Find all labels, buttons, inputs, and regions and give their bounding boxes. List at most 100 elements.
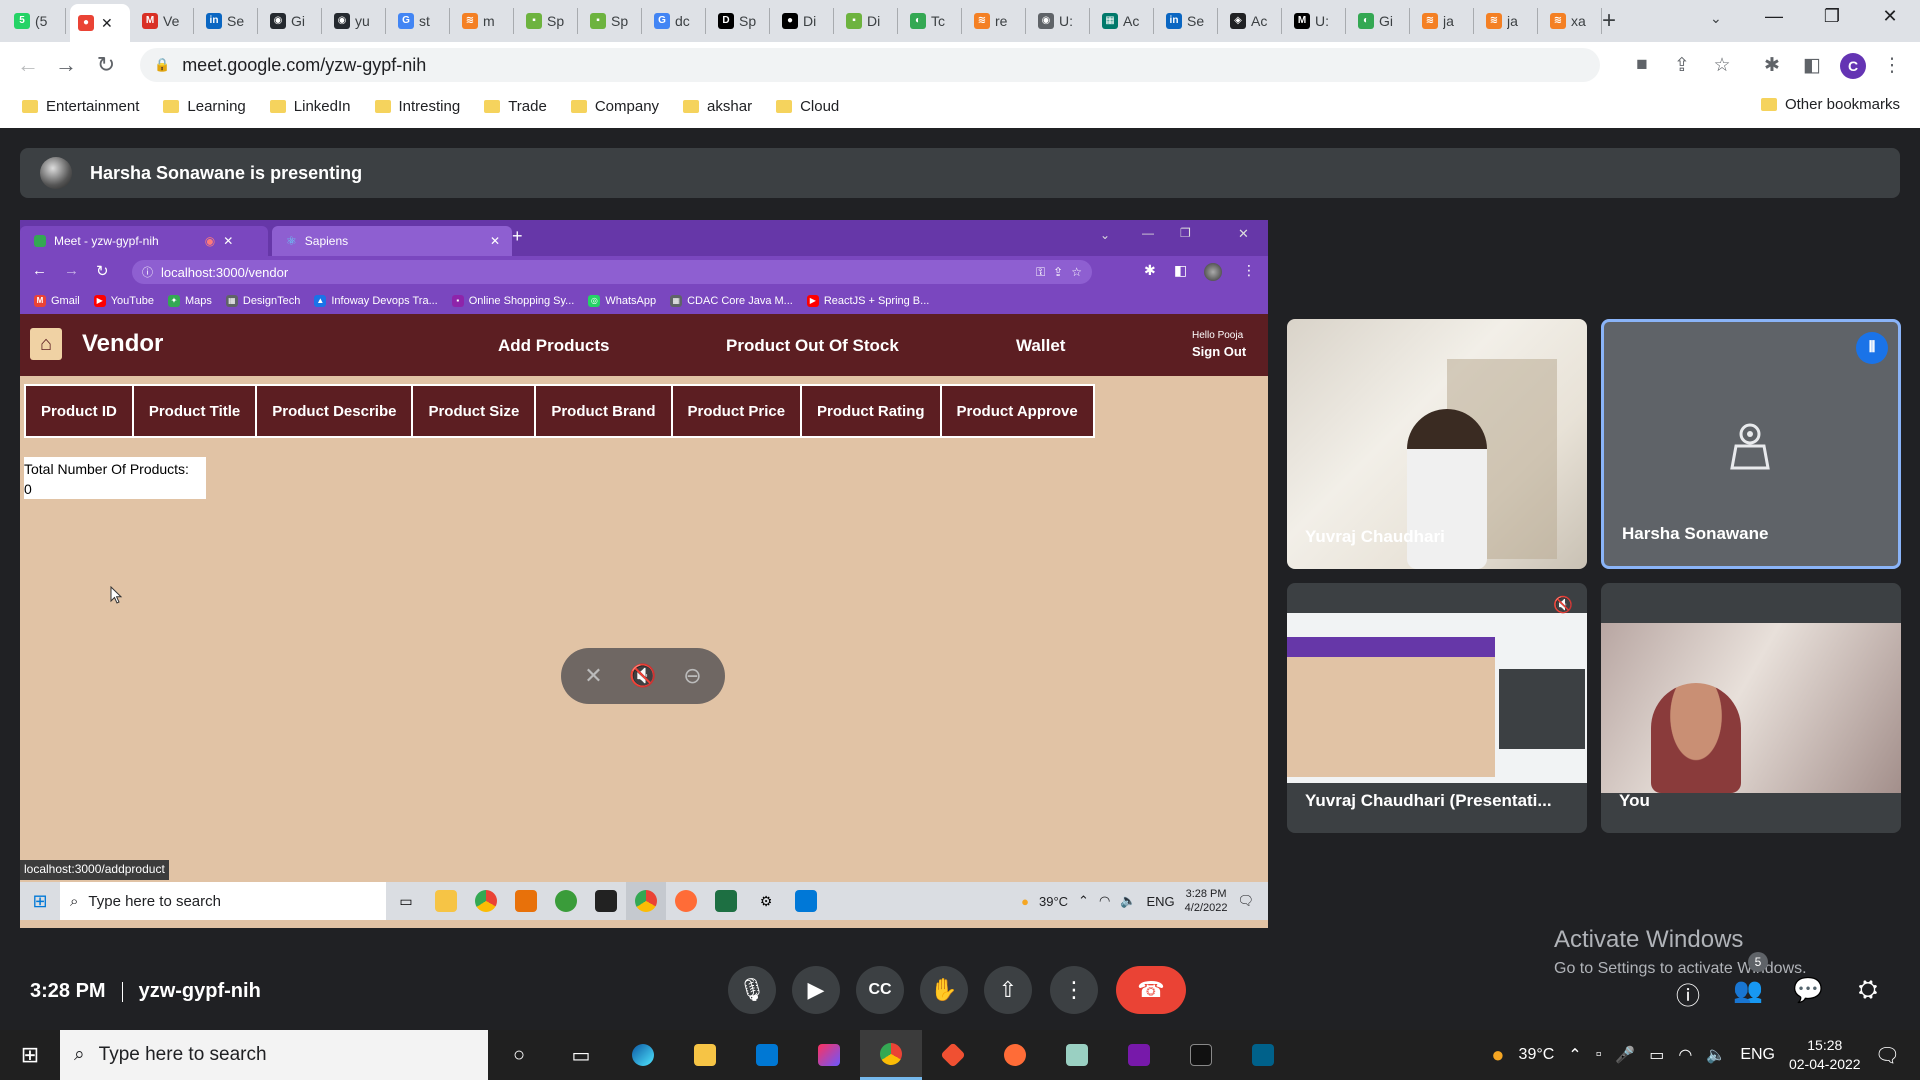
meeting-details-button[interactable]: ⓘ	[1672, 976, 1704, 1011]
browser-tab[interactable]: 5 (5	[6, 8, 66, 34]
close-window-button[interactable]: ✕	[1870, 6, 1910, 27]
battery-icon[interactable]: ▭	[1649, 1045, 1664, 1065]
side-panel-icon[interactable]: ◧	[1800, 54, 1824, 77]
new-tab-button[interactable]: +	[1602, 8, 1616, 34]
table-header-cell: Product Title	[134, 386, 258, 436]
address-bar[interactable]: 🔒 meet.google.com/yzw-gypf-nih	[140, 48, 1600, 82]
camera-icon[interactable]: ■	[1630, 54, 1654, 76]
browser-tab[interactable]: ▦ Ac	[1094, 8, 1154, 34]
meet-icon	[34, 235, 46, 247]
microphone-button[interactable]: 🎙	[728, 966, 776, 1014]
mic-icon[interactable]: 🎤	[1615, 1045, 1635, 1065]
table-header-cell: Product Brand	[536, 386, 673, 436]
close-tab-icon[interactable]: ✕	[101, 15, 113, 32]
camera-button[interactable]: ▶	[792, 966, 840, 1014]
browser-tab[interactable]: ≋ ja	[1478, 8, 1538, 34]
chevron-up-icon: ⌃	[1078, 893, 1089, 908]
back-button[interactable]: ←	[14, 51, 42, 79]
browser-tab[interactable]: M U:	[1286, 8, 1346, 34]
bookmark-folder[interactable]: Company	[570, 98, 659, 115]
mysql-workbench-icon[interactable]	[1232, 1030, 1294, 1080]
chevron-up-icon[interactable]: ⌃	[1568, 1045, 1581, 1065]
browser-tab[interactable]: ◐ Tc	[902, 8, 962, 34]
browser-tab[interactable]: Gdc	[646, 8, 706, 34]
wifi-icon[interactable]: ◠	[1678, 1045, 1692, 1065]
browser-tab[interactable]: ◐ Gi	[1350, 8, 1410, 34]
browser-tab[interactable]: ◉ yu	[326, 8, 386, 34]
tab-favicon-icon: ●	[782, 13, 798, 29]
browser-tab[interactable]: ◉ U:	[1030, 8, 1090, 34]
notification-center-icon[interactable]: 🗨	[1875, 1043, 1900, 1068]
cortana-icon[interactable]: ○	[488, 1030, 550, 1080]
profile-avatar[interactable]: C	[1840, 53, 1866, 79]
people-button[interactable]: 👥	[1732, 976, 1764, 1005]
browser-tab[interactable]: ≋ re	[966, 8, 1026, 34]
bookmark-folder[interactable]: Cloud	[776, 98, 839, 115]
browser-tab[interactable]: M Ve	[134, 8, 194, 34]
other-bookmarks[interactable]: Other bookmarks	[1760, 96, 1900, 113]
windows-start-button[interactable]: ⊞	[0, 1042, 60, 1068]
taskbar-clock[interactable]: 15:28 02-04-2022	[1789, 1036, 1861, 1074]
bookmark-folder[interactable]: Intresting	[374, 98, 460, 115]
weather-icon[interactable]: ●	[1491, 1042, 1504, 1068]
lock-icon: 🔒	[154, 57, 171, 72]
raise-hand-button[interactable]: ✋	[920, 966, 968, 1014]
bookmark-folder[interactable]: akshar	[683, 98, 752, 115]
edge-icon[interactable]	[612, 1030, 674, 1080]
speaker-icon[interactable]: 🔈	[1706, 1045, 1726, 1065]
captions-button[interactable]: CC	[856, 966, 904, 1014]
browser-tab[interactable]: Gst	[390, 8, 450, 34]
terminal-icon[interactable]	[1170, 1030, 1232, 1080]
browser-tab[interactable]: ▪ Di	[838, 8, 898, 34]
browser-tab[interactable]: in Se	[1158, 8, 1218, 34]
participant-tile-presentation[interactable]: 🔇 Yuvraj Chaudhari (Presentati...	[1287, 583, 1587, 833]
browser-tab[interactable]: ◈ Ac	[1222, 8, 1282, 34]
windows-taskbar: ⊞ ⌕ Type here to search ○ ▭ ● 39°C ⌃ ▫ 🎤…	[0, 1030, 1920, 1080]
minimize-button[interactable]: —	[1754, 6, 1794, 27]
browser-tab[interactable]: ▪ Sp	[518, 8, 578, 34]
chrome-icon[interactable]	[860, 1030, 922, 1080]
bookmark-folder[interactable]: Learning	[163, 98, 246, 115]
file-explorer-icon[interactable]	[674, 1030, 736, 1080]
reload-button[interactable]: ↻	[92, 51, 120, 79]
bookmark-folder[interactable]: LinkedIn	[269, 98, 351, 115]
camera-icon[interactable]: ▫	[1596, 1046, 1602, 1064]
star-icon[interactable]: ☆	[1710, 54, 1734, 77]
bookmark-folder[interactable]: Entertainment	[22, 98, 139, 115]
task-view-icon[interactable]: ▭	[550, 1030, 612, 1080]
table-header-cell: Product ID	[26, 386, 134, 436]
browser-tab[interactable]: ≋ m	[454, 8, 514, 34]
browser-tab[interactable]: ● Di	[774, 8, 834, 34]
participant-tile-yuvraj[interactable]: Yuvraj Chaudhari	[1287, 319, 1587, 569]
tab-search-button[interactable]: ⌄	[1710, 10, 1722, 27]
browser-tab[interactable]: in Se	[198, 8, 258, 34]
menu-icon[interactable]: ⋮	[1880, 54, 1904, 77]
participant-tile-you[interactable]: You	[1601, 583, 1901, 833]
browser-tab[interactable]: D Sp	[710, 8, 770, 34]
git-icon[interactable]	[922, 1030, 984, 1080]
more-options-button[interactable]: ⋮	[1050, 966, 1098, 1014]
mail-icon[interactable]	[736, 1030, 798, 1080]
taskbar-search[interactable]: ⌕ Type here to search	[60, 1030, 488, 1080]
intellij-icon[interactable]	[798, 1030, 860, 1080]
browser-tab[interactable]: ● ✕	[70, 4, 130, 42]
chat-button[interactable]: 💬	[1792, 976, 1824, 1005]
browser-tab[interactable]: ≋ xa	[1542, 8, 1602, 34]
browser-tab[interactable]: ≋ ja	[1414, 8, 1474, 34]
browser-tab[interactable]: ▪ Sp	[582, 8, 642, 34]
shared-bookmark: ▲ Infoway Devops Tra...	[314, 295, 438, 307]
onenote-icon[interactable]	[1108, 1030, 1170, 1080]
maximize-button[interactable]: ❐	[1812, 6, 1852, 27]
app-icon[interactable]	[1046, 1030, 1108, 1080]
participant-tile-harsha[interactable]: ⫴ Harsha Sonawane	[1601, 319, 1901, 569]
extensions-icon[interactable]: ✱	[1760, 54, 1784, 77]
leave-call-button[interactable]: ☎	[1116, 966, 1186, 1014]
browser-tab[interactable]: ◉ Gi	[262, 8, 322, 34]
postman-icon[interactable]	[984, 1030, 1046, 1080]
tab-favicon-icon: G	[398, 13, 414, 29]
bookmark-folder[interactable]: Trade	[484, 98, 547, 115]
forward-button[interactable]: →	[52, 51, 80, 79]
present-button[interactable]: ⇧	[984, 966, 1032, 1014]
share-icon[interactable]: ⇪	[1670, 54, 1694, 77]
activities-button[interactable]: ⛭	[1852, 976, 1884, 1004]
